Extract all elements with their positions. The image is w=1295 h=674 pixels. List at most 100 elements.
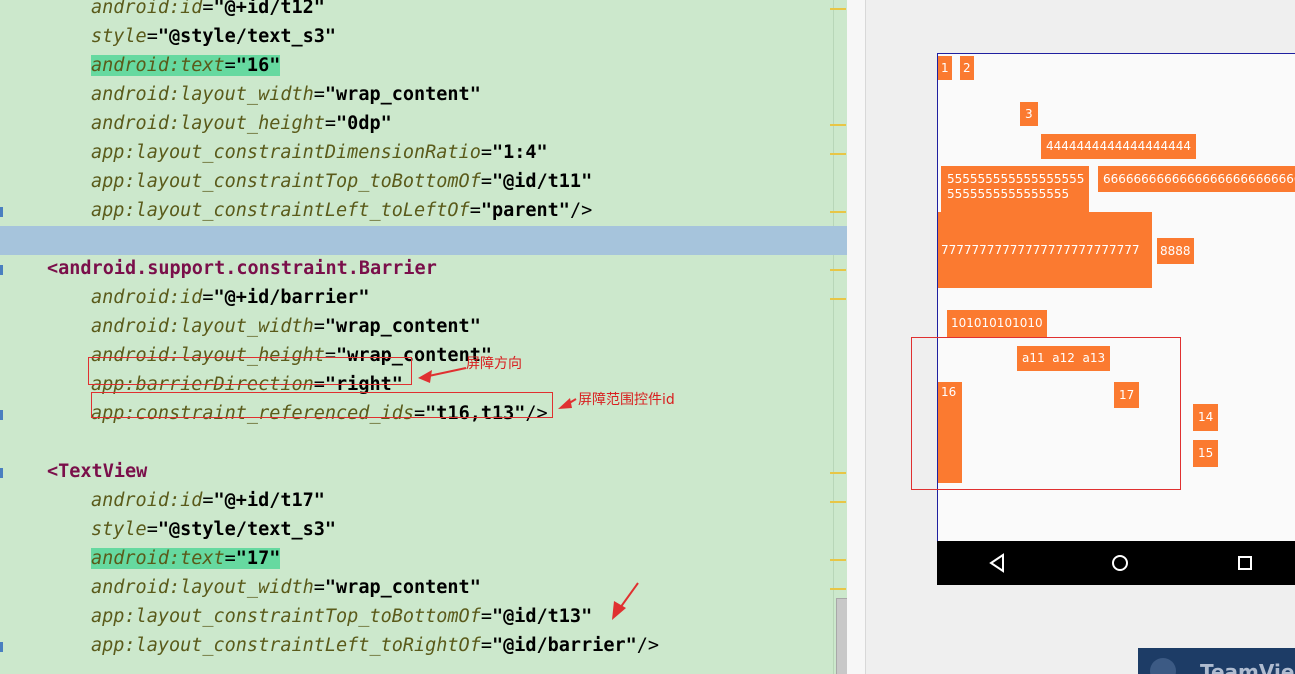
code-line[interactable]: android:layout_height="0dp" <box>0 110 833 139</box>
textview-3[interactable]: 3 <box>1020 102 1038 126</box>
code-line[interactable] <box>0 226 847 255</box>
xml-tag-name: android.support.constraint.Barrier <box>58 258 437 279</box>
xml-attribute-name: app:layout_constraintTop_toBottomOf <box>91 171 481 192</box>
xml-attribute-value: "@style/text_s3" <box>157 26 337 47</box>
xml-attribute-name: app:layout_constraintDimensionRatio <box>91 142 481 163</box>
error-stripe-mark[interactable] <box>830 153 846 155</box>
code-text: android:id="@+id/t17" <box>91 490 325 511</box>
referenced-ids-annotation: 屏障范围控件id <box>578 392 675 408</box>
xml-attribute-value: "1:4" <box>491 142 548 163</box>
editor-scroll-thumb[interactable] <box>836 598 847 674</box>
gutter-fold-marker[interactable] <box>0 207 3 217</box>
textview-1[interactable]: 1 <box>938 56 952 80</box>
error-stripe-mark[interactable] <box>830 559 846 561</box>
xml-attribute-name: app:layout_constraintLeft_toLeftOf <box>91 200 470 221</box>
error-stripe-mark[interactable] <box>830 8 846 10</box>
error-stripe-mark[interactable] <box>830 211 846 213</box>
textview-7[interactable]: 77777777777777777777777777 <box>938 212 1152 288</box>
code-text: app:layout_constraintTop_toBottomOf="@id… <box>91 606 593 627</box>
xml-attribute-name: android:id <box>91 0 203 18</box>
code-text: android:text="17" <box>91 548 281 569</box>
code-text: android:layout_width="wrap_content" <box>91 84 481 105</box>
code-line[interactable]: android:layout_width="wrap_content" <box>0 313 833 342</box>
code-line[interactable]: android:id="@+id/t12" <box>0 0 833 23</box>
recents-icon[interactable] <box>1231 549 1259 577</box>
code-editor[interactable]: android:id="@+id/t12" style="@style/text_… <box>0 0 847 674</box>
code-line[interactable]: android:id="@+id/t17" <box>0 487 833 516</box>
code-line[interactable]: android:text="16" <box>0 52 833 81</box>
code-line[interactable]: android:layout_width="wrap_content" <box>0 574 833 603</box>
back-icon[interactable] <box>983 549 1011 577</box>
code-text: style="@style/text_s3" <box>91 519 337 540</box>
textview-4[interactable]: 4444444444444444444 <box>1041 134 1197 159</box>
android-navigation-bar <box>937 541 1295 585</box>
xml-attribute-value: "@id/t11" <box>491 171 593 192</box>
code-text: app:layout_constraintDimensionRatio="1:4… <box>91 142 548 163</box>
gutter-fold-marker[interactable] <box>0 265 3 275</box>
code-line[interactable]: app:layout_constraintTop_toBottomOf="@id… <box>0 168 833 197</box>
barrier-region-highlight-box <box>911 337 1181 490</box>
gutter-fold-marker[interactable] <box>0 642 3 652</box>
code-line[interactable]: android:text="17" <box>0 545 833 574</box>
xml-attribute-value: "17" <box>235 548 281 569</box>
layout-preview[interactable]: 1 2 3 4444444444444444444 55555555555555… <box>847 0 1295 674</box>
code-line[interactable]: <android.support.constraint.Barrier <box>0 255 833 284</box>
code-text: android:layout_width="wrap_content" <box>91 577 481 598</box>
textview-5[interactable]: 555555555555555555 5555555555555555 <box>941 166 1090 213</box>
teamviewer-widget[interactable]: TeamViewer <box>1138 648 1295 674</box>
code-line[interactable]: app:layout_constraintTop_toBottomOf="@id… <box>0 603 833 632</box>
textview-6[interactable]: 66666666666666666666666666 <box>1098 166 1295 192</box>
xml-attribute-value: "@id/barrier" <box>491 635 637 656</box>
code-text: android:id="@+id/t12" <box>91 0 325 19</box>
error-stripe-mark[interactable] <box>830 124 846 126</box>
textview-14[interactable]: 14 <box>1193 404 1219 431</box>
error-stripe-mark[interactable] <box>830 588 846 590</box>
xml-attribute-name: android:text <box>91 55 225 76</box>
xml-attribute-name: android:id <box>91 490 203 511</box>
gutter-fold-marker[interactable] <box>0 468 3 478</box>
error-stripe-mark[interactable] <box>830 298 846 300</box>
code-line[interactable]: android:id="@+id/barrier" <box>0 284 833 313</box>
xml-attribute-name: style <box>91 26 147 47</box>
code-text: android:layout_width="wrap_content" <box>91 316 481 337</box>
textview-8[interactable]: 8888 <box>1157 238 1194 264</box>
error-stripe-mark[interactable] <box>830 269 846 271</box>
barrier-direction-highlight-box <box>88 357 412 385</box>
error-stripe-mark[interactable] <box>830 501 846 503</box>
xml-attribute-name: android:layout_width <box>91 316 314 337</box>
xml-attribute-name: android:layout_width <box>91 577 314 598</box>
textview-15[interactable]: 15 <box>1193 440 1219 467</box>
xml-attribute-name: android:layout_height <box>91 113 325 134</box>
xml-attribute-value: "@style/text_s3" <box>157 519 337 540</box>
xml-attribute-value: "@+id/t12" <box>213 0 325 18</box>
code-line[interactable]: android:layout_width="wrap_content" <box>0 81 833 110</box>
code-line[interactable]: <TextView <box>0 458 833 487</box>
code-line[interactable] <box>0 429 833 458</box>
xml-attribute-name: style <box>91 519 147 540</box>
teamviewer-label: TeamViewer <box>1200 660 1295 674</box>
code-text: <TextView <box>47 461 148 482</box>
gutter-fold-marker[interactable] <box>0 410 3 420</box>
code-line[interactable]: style="@style/text_s3" <box>0 516 833 545</box>
code-text: android:id="@+id/barrier" <box>91 287 370 308</box>
code-line[interactable]: app:layout_constraintLeft_toRightOf="@id… <box>0 632 833 661</box>
xml-attribute-value: "wrap_content" <box>324 316 481 337</box>
xml-attribute-value: "wrap_content" <box>324 577 481 598</box>
code-text: android:text="16" <box>91 55 281 76</box>
code-text: app:layout_constraintTop_toBottomOf="@id… <box>91 171 593 192</box>
textview-10[interactable]: 101010101010 <box>947 310 1047 337</box>
editor-scrollbar[interactable] <box>833 0 847 674</box>
textview-2[interactable]: 2 <box>960 56 974 80</box>
xml-attribute-value: "parent" <box>480 200 570 221</box>
code-text: style="@style/text_s3" <box>91 26 337 47</box>
home-icon[interactable] <box>1106 549 1134 577</box>
code-line[interactable]: style="@style/text_s3" <box>0 23 833 52</box>
xml-attribute-value: "wrap_content" <box>324 84 481 105</box>
code-text: app:layout_constraintLeft_toLeftOf="pare… <box>91 200 593 221</box>
error-stripe-mark[interactable] <box>830 472 846 474</box>
xml-attribute-value: "@+id/barrier" <box>213 287 370 308</box>
code-text: <android.support.constraint.Barrier <box>47 258 437 279</box>
code-line[interactable]: app:layout_constraintLeft_toLeftOf="pare… <box>0 197 833 226</box>
code-line[interactable]: app:layout_constraintDimensionRatio="1:4… <box>0 139 833 168</box>
xml-attribute-name: android:id <box>91 287 203 308</box>
